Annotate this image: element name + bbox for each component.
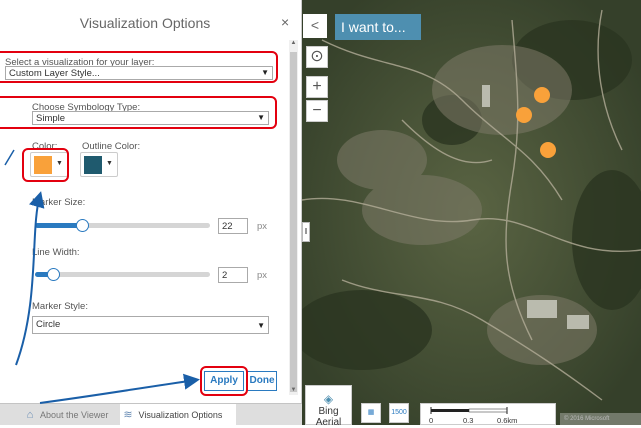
map-view[interactable] [302,0,641,425]
done-button[interactable]: Done [247,371,277,391]
outline-color-label: Outline Color: [82,141,141,152]
collapse-panel-button[interactable]: < [303,14,327,38]
scroll-up-icon[interactable]: ▲ [289,40,298,46]
layers-icon: ≋ [123,409,133,421]
line-width-slider-thumb[interactable] [47,268,60,281]
scale-button[interactable]: 1500 [389,403,409,423]
scale-tick-1: 0.3 [463,416,474,425]
scale-tick-2: 0.6km [497,416,518,425]
outline-color-swatch [84,156,102,174]
basemap-button[interactable]: ◈ Bing Aerial [305,385,352,428]
basemap-icon: ◈ [323,392,334,406]
chevron-down-icon: ▼ [106,160,113,167]
locate-icon[interactable]: ⊙ [306,46,328,68]
marker-size-slider-thumb[interactable] [76,219,89,232]
zoom-in-button[interactable]: + [306,76,328,98]
measure-icon[interactable]: ▦ [361,403,381,423]
marker-size-label: Marker Size: [32,197,86,208]
marker-size-input[interactable]: 22 [218,218,248,234]
marker-style-select[interactable]: Circle ▼ [32,316,269,334]
home-icon: ⌂ [26,409,34,421]
highlight-visualization-select [0,51,278,83]
line-width-input[interactable]: 2 [218,267,248,283]
scale-bar-graphic [430,407,508,414]
marker-style-value: Circle [36,319,61,330]
panel-title: Visualization Options [79,15,211,31]
marker-size-unit: px [257,221,268,232]
scroll-down-icon[interactable]: ▼ [289,387,298,393]
line-width-label: Line Width: [32,247,80,258]
highlight-symbology-select [0,96,277,129]
line-width-unit: px [257,270,268,281]
zoom-out-button[interactable]: − [306,100,328,122]
chevron-down-icon: ▼ [257,321,265,330]
aerial-imagery [302,0,641,425]
tab-label: Visualization Options [138,410,223,420]
map-attribution: © 2016 Microsoft Corporation [560,413,641,425]
i-want-to-menu[interactable]: I want to... [335,14,421,40]
scrollbar-thumb[interactable] [290,52,297,392]
tab-label: About the Viewer [40,410,109,420]
highlight-apply-button [200,366,248,396]
marker-size-slider-fill [35,223,82,228]
tab-about-the-viewer[interactable]: ⌂ About the Viewer [22,404,120,426]
highlight-color-picker [22,148,69,182]
scale-tick-0: 0 [429,416,434,425]
panel-resize-handle[interactable]: ‖ [302,222,310,242]
tab-visualization-options[interactable]: ≋ Visualization Options [120,404,236,426]
panel-scrollbar[interactable]: ▲ ▼ [289,40,298,395]
marker-style-label: Marker Style: [32,301,88,312]
outline-color-picker-button[interactable]: ▼ [80,152,118,177]
close-icon[interactable]: × [281,14,289,30]
line-width-slider[interactable] [35,272,210,277]
scale-bar: 0 0.3 0.6km [420,403,556,425]
bottom-tab-bar: ⌂ About the Viewer ≋ Visualization Optio… [0,403,302,426]
